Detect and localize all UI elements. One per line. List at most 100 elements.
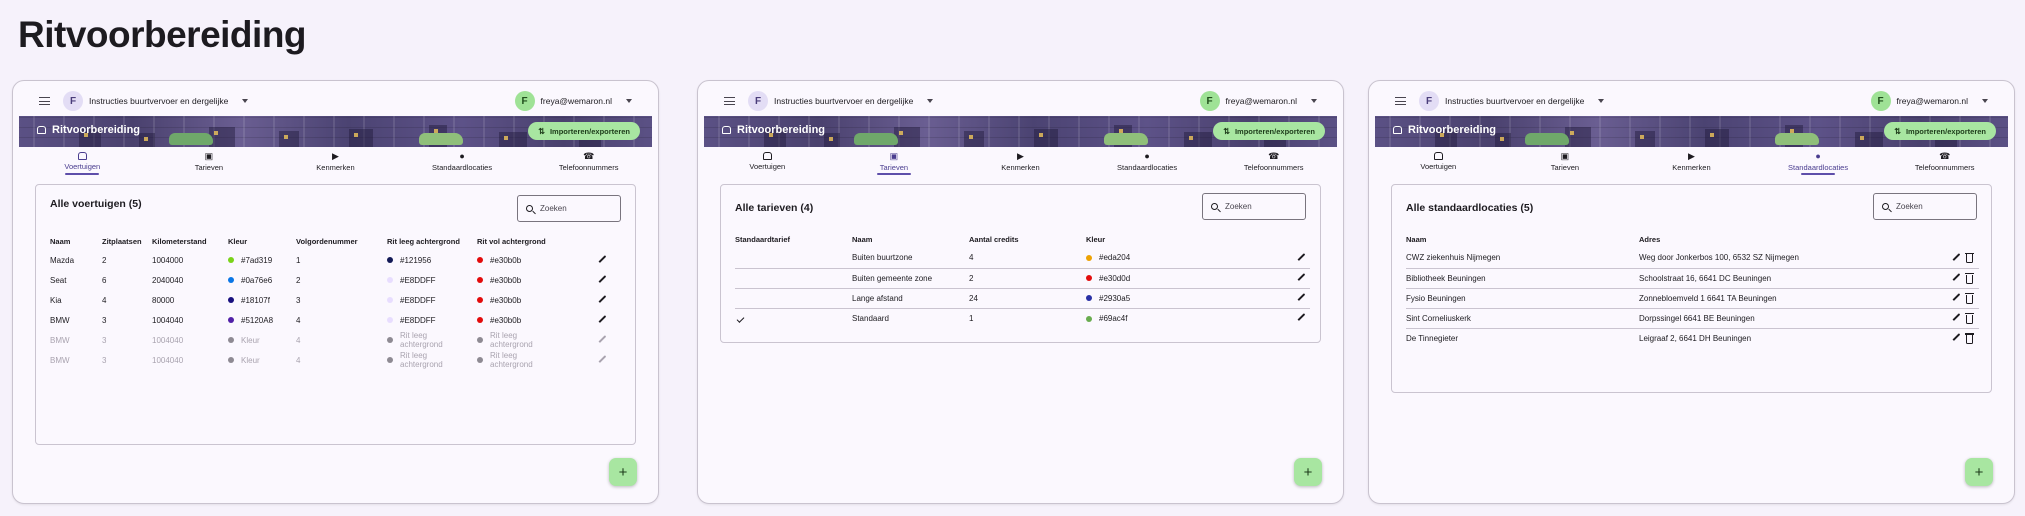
add-button[interactable]: + xyxy=(609,458,637,486)
tab-voertuigen[interactable]: Voertuigen xyxy=(19,149,146,175)
table-row[interactable]: Sint Corneliuskerk Dorpssingel 6641 BE Be… xyxy=(1406,308,1979,329)
column-header[interactable]: Naam xyxy=(852,230,969,248)
tab-voertuigen[interactable]: Voertuigen xyxy=(1375,149,1502,175)
table-row[interactable]: BMW 3 1004040 #5120A8 4 #E8DDFF #e30b0b xyxy=(50,310,617,330)
table-row[interactable]: Seat 6 2040040 #0a76e6 2 #E8DDFF #e30b0b xyxy=(50,270,617,290)
banner-title-text: Ritvoorbereiding xyxy=(737,124,826,136)
table-row[interactable]: Buiten buurtzone 4 #eda204 xyxy=(735,248,1310,269)
table-row[interactable]: Kia 4 80000 #18107f 3 #E8DDFF #e30b0b xyxy=(50,290,617,310)
column-header[interactable]: Naam xyxy=(50,232,102,250)
tab-telefoonnummers[interactable]: ☎ Telefoonnummers xyxy=(525,149,652,175)
import-export-button[interactable]: ⇅ Importeren/exporteren xyxy=(1213,122,1325,140)
edit-icon[interactable] xyxy=(597,295,606,304)
delete-icon[interactable] xyxy=(1964,252,1975,264)
table-row[interactable]: Lange afstand 24 #2930a5 xyxy=(735,288,1310,309)
label-icon: ▶ xyxy=(1017,151,1024,161)
delete-icon[interactable] xyxy=(1964,313,1975,324)
delete-icon[interactable] xyxy=(1964,273,1975,284)
plus-icon: + xyxy=(1303,463,1313,481)
cell-kilometerstand: 1004040 xyxy=(152,355,184,365)
edit-icon[interactable] xyxy=(1296,313,1305,322)
table-row[interactable]: Fysio Beuningen Zonnebloemveld 1 6641 TA … xyxy=(1406,288,1979,309)
column-header[interactable]: Rit vol achtergrond xyxy=(477,232,597,250)
cell-aantal-credits: 2 xyxy=(969,268,1086,289)
table-row[interactable]: CWZ ziekenhuis Nijmegen Weg door Jonkerbo… xyxy=(1406,248,1979,269)
organization-selector[interactable]: F Instructies buurtvervoer en dergelijke xyxy=(63,91,249,111)
menu-icon[interactable] xyxy=(724,97,735,105)
user-menu[interactable]: Ffreya@wemaron.nl xyxy=(514,91,632,111)
banner-window xyxy=(969,135,973,139)
cell-naam: De Tinnegieter xyxy=(1406,333,1459,343)
edit-icon[interactable] xyxy=(1951,252,1960,261)
delete-icon[interactable] xyxy=(1964,293,1975,304)
menu-icon[interactable] xyxy=(39,97,50,105)
app-window: F Instructies buurtvervoer en dergelijke F… xyxy=(697,80,1344,504)
menu-icon[interactable] xyxy=(1395,97,1406,105)
import-export-button[interactable]: ⇅ Importeren/exporteren xyxy=(1884,122,1996,140)
table-row[interactable]: Bibliotheek Beuningen Schoolstraat 16, 66… xyxy=(1406,268,1979,289)
edit-icon xyxy=(597,335,606,344)
top-app-bar: F Instructies buurtvervoer en dergelijke F… xyxy=(13,81,658,117)
tab-telefoonnummers[interactable]: ☎ Telefoonnummers xyxy=(1881,149,2008,175)
user-menu[interactable]: Ffreya@wemaron.nl xyxy=(1870,91,1988,111)
user-menu[interactable]: Ffreya@wemaron.nl xyxy=(1199,91,1317,111)
table-row[interactable]: Mazda 2 1004000 #7ad319 1 #121956 #e30b0b xyxy=(50,250,617,270)
column-header[interactable]: Rit leeg achtergrond xyxy=(387,232,477,250)
edit-icon[interactable] xyxy=(597,315,606,324)
tab-kenmerken[interactable]: ▶ Kenmerken xyxy=(957,149,1084,175)
tab-standaardlocaties[interactable]: ● Standaardlocaties xyxy=(1084,149,1211,175)
organization-selector[interactable]: F Instructies buurtvervoer en dergelijke xyxy=(1419,91,1605,111)
edit-icon[interactable] xyxy=(597,275,606,284)
column-header[interactable]: Volgordenummer xyxy=(296,232,387,250)
column-header[interactable]: Kleur xyxy=(1086,230,1296,248)
column-header[interactable]: Aantal credits xyxy=(969,230,1086,248)
table-row[interactable]: Buiten gemeente zone 2 #e30d0d xyxy=(735,268,1310,289)
tab-tarieven[interactable]: ▣ Tarieven xyxy=(1502,149,1629,175)
search-input[interactable]: Zoeken xyxy=(1873,193,1977,220)
table-row[interactable]: Standaard 1 #69ac4f xyxy=(735,308,1310,328)
cell-volgordenummer-value: 3 xyxy=(296,295,301,305)
edit-icon[interactable] xyxy=(597,255,606,264)
search-icon xyxy=(1211,203,1218,210)
cell-kleur: #eda204 xyxy=(1086,248,1296,269)
column-header[interactable]: Kleur xyxy=(228,232,296,250)
edit-icon[interactable] xyxy=(1951,312,1960,321)
tab-kenmerken[interactable]: ▶ Kenmerken xyxy=(272,149,399,175)
add-button[interactable]: + xyxy=(1965,458,1993,486)
search-input[interactable]: Zoeken xyxy=(1202,193,1306,220)
edit-icon[interactable] xyxy=(1296,273,1305,282)
column-header[interactable]: Adres xyxy=(1639,230,1951,248)
cell-kleur: #18107f xyxy=(228,290,296,310)
edit-icon[interactable] xyxy=(1296,252,1305,261)
edit-icon[interactable] xyxy=(1951,292,1960,301)
delete-icon[interactable] xyxy=(1964,333,1975,344)
placeholder-line: Rit leeg xyxy=(490,331,518,340)
cell-standaardtarief xyxy=(735,268,852,289)
cell-kleur-value: #eda204 xyxy=(1099,253,1131,263)
tab-standaardlocaties[interactable]: ● Standaardlocaties xyxy=(1755,149,1882,175)
tab-telefoonnummers[interactable]: ☎ Telefoonnummers xyxy=(1210,149,1337,175)
tab-voertuigen[interactable]: Voertuigen xyxy=(704,149,831,175)
table-row[interactable]: De Tinnegieter Leigraaf 2, 6641 DH Beunin… xyxy=(1406,328,1979,348)
organization-selector[interactable]: F Instructies buurtvervoer en dergelijke xyxy=(748,91,934,111)
tab-kenmerken[interactable]: ▶ Kenmerken xyxy=(1628,149,1755,175)
cell-rit-leeg-value: #E8DDFF xyxy=(400,315,436,325)
search-input[interactable]: Zoeken xyxy=(517,195,621,222)
edit-icon[interactable] xyxy=(1296,293,1305,302)
org-name: Instructies buurtvervoer en dergelijke xyxy=(774,96,914,106)
column-header[interactable]: Zitplaatsen xyxy=(102,232,152,250)
phone-icon: ☎ xyxy=(583,151,595,161)
edit-icon[interactable] xyxy=(1951,272,1960,281)
add-button[interactable]: + xyxy=(1294,458,1322,486)
banner-car xyxy=(169,133,213,145)
import-export-button[interactable]: ⇅ Importeren/exporteren xyxy=(528,122,640,140)
edit-icon[interactable] xyxy=(1951,333,1960,342)
column-header[interactable]: Standaardtarief xyxy=(735,230,852,248)
tab-tarieven[interactable]: ▣ Tarieven xyxy=(831,149,958,175)
column-header[interactable]: Kilometerstand xyxy=(152,232,228,250)
tab-tarieven[interactable]: ▣ Tarieven xyxy=(146,149,273,175)
tab-standaardlocaties[interactable]: ● Standaardlocaties xyxy=(399,149,526,175)
user-avatar: F xyxy=(514,91,535,111)
cell-kleur: #69ac4f xyxy=(1086,308,1296,328)
column-header[interactable]: Naam xyxy=(1406,230,1639,248)
